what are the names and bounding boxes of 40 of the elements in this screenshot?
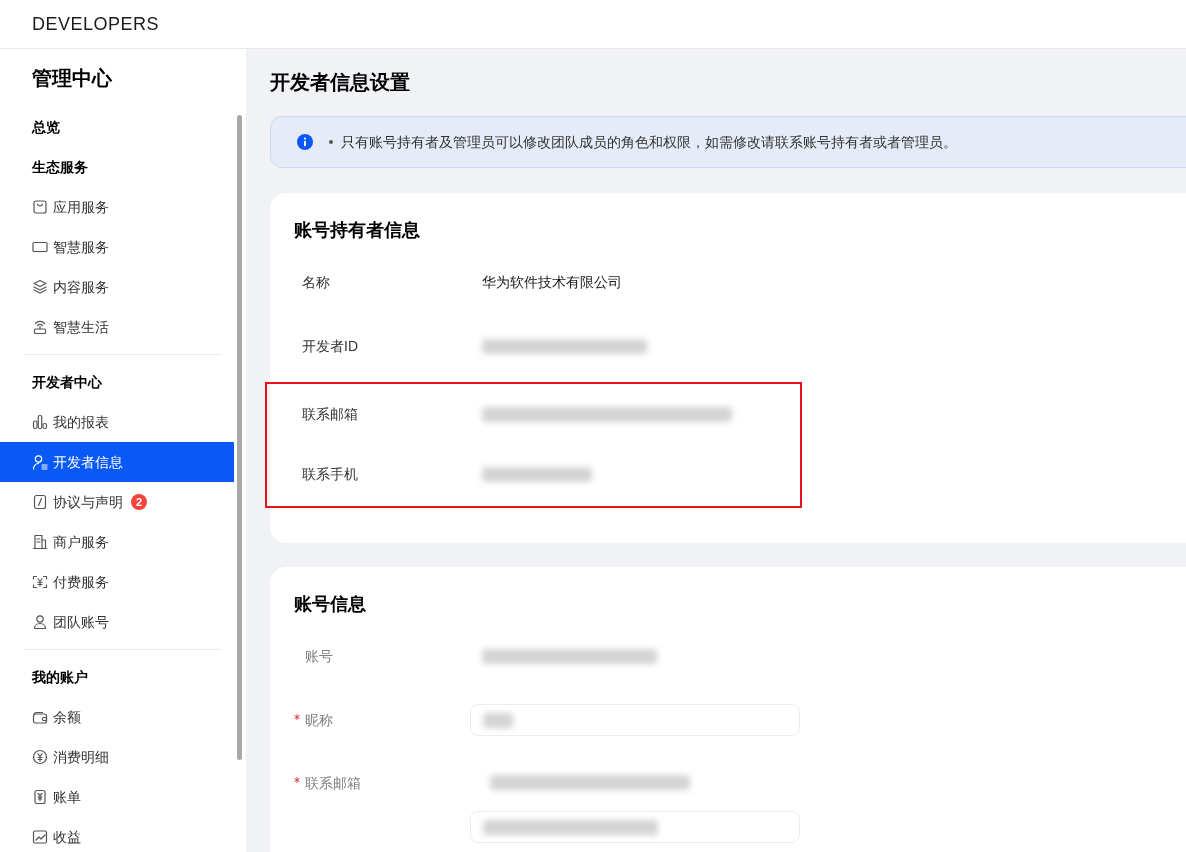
screen-icon (32, 239, 48, 255)
field-value: 华为软件技术有限公司 (482, 273, 622, 292)
section-heading: 生态服务 (32, 158, 88, 177)
nav-link[interactable]: 总览 (32, 117, 60, 137)
scrollbar-thumb[interactable] (237, 115, 242, 760)
input-field[interactable] (470, 704, 800, 736)
blurred-value (483, 712, 513, 728)
field-label: 开发者ID (302, 337, 358, 356)
user-icon (32, 614, 48, 630)
bag-icon (32, 199, 48, 215)
field-label: 联系邮箱 (302, 405, 358, 424)
building-icon (32, 534, 48, 550)
user-list-icon (32, 454, 48, 470)
section-heading: 我的账户 (32, 668, 88, 687)
logo-text[interactable]: DEVELOPERS (32, 10, 160, 38)
field-label: 名称 (302, 273, 330, 292)
sidebar-item[interactable]: 开发者信息 (0, 442, 234, 482)
sidebar-title: 管理中心 (31, 66, 113, 91)
bullet-icon (329, 140, 333, 144)
trend-icon (32, 829, 48, 845)
field-label: 账号 (305, 647, 333, 666)
input-field[interactable] (470, 811, 800, 843)
field-label: 联系邮箱 (305, 774, 361, 793)
yen-frame-icon (32, 574, 48, 590)
notice-text: 只有账号持有者及管理员可以修改团队成员的角色和权限，如需修改请联系账号持有者或者管理员。 (341, 133, 957, 152)
section-heading: 开发者中心 (32, 373, 102, 392)
router-icon (32, 319, 48, 335)
document-icon (32, 494, 48, 510)
field-label: 昵称 (305, 711, 333, 730)
yen-circle-icon (32, 749, 48, 765)
card-title: 账号信息 (294, 593, 367, 616)
info-icon (297, 134, 313, 150)
receipt-icon (32, 789, 48, 805)
card-title: 账号持有者信息 (294, 219, 421, 242)
page-title: 开发者信息设置 (270, 70, 411, 95)
field-label: 联系手机 (302, 465, 358, 484)
wallet-icon (32, 709, 48, 725)
count-badge: 2 (131, 494, 147, 510)
layers-icon (32, 279, 48, 295)
bar-chart-icon (32, 414, 48, 430)
